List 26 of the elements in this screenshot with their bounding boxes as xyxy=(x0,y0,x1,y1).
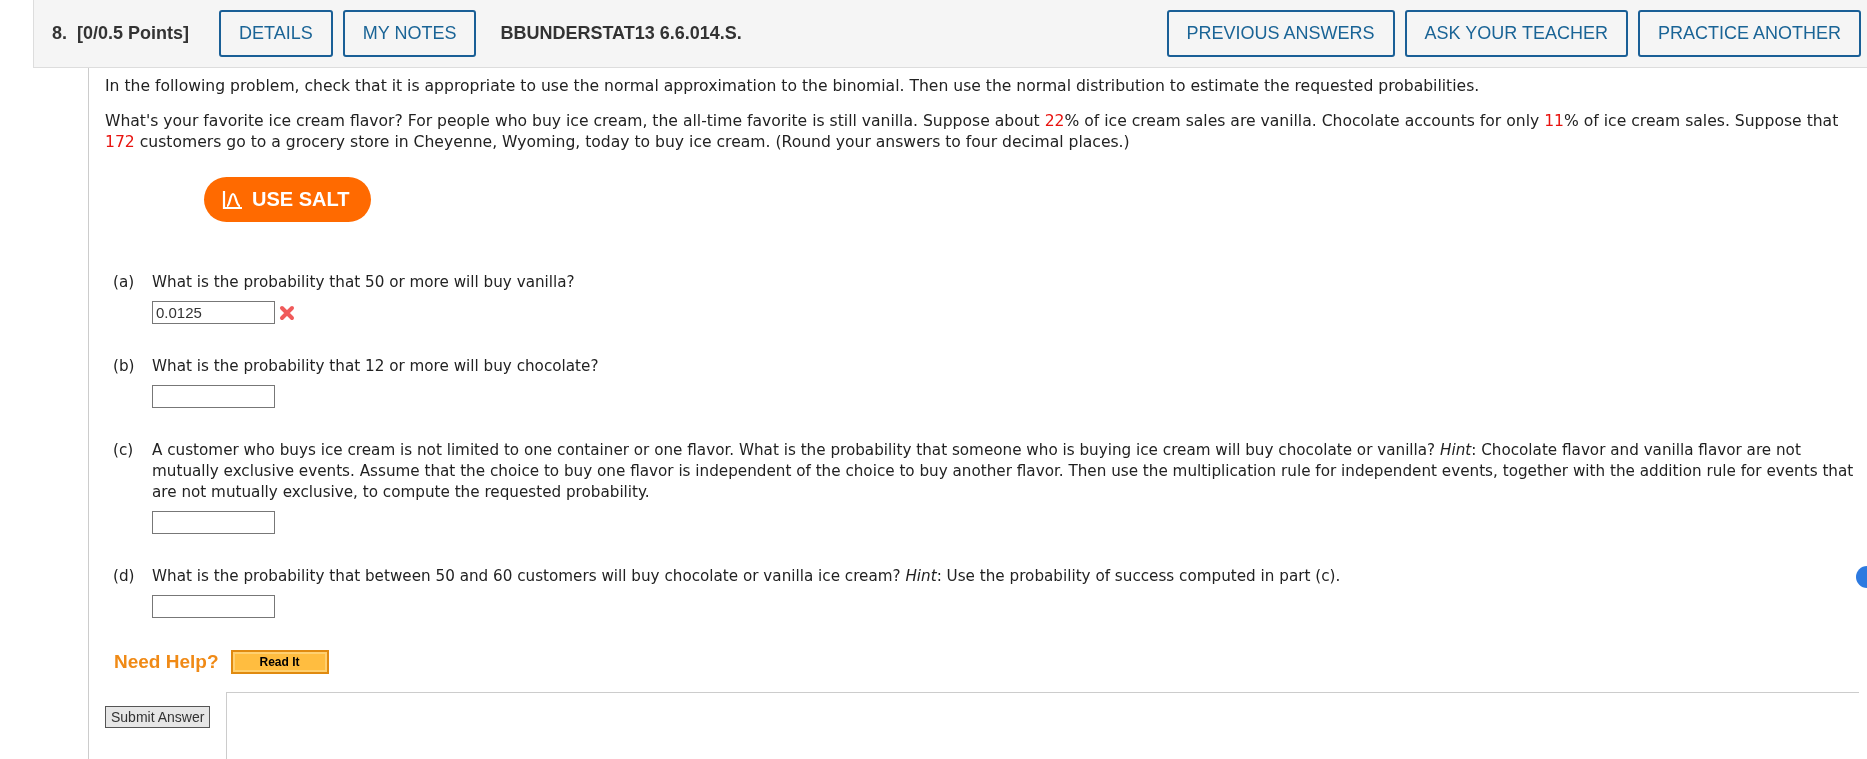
problem-paragraph: What's your favorite ice cream flavor? For people who buy ice cream, the all-time favorite is still vanilla. Suppose about 22% of ice cream sales are vanilla. Chocolate accounts for only 11% of ice cream sales. Suppose that 172 customers go to a grocery store in Cheyenne, Wyoming, today to buy ice cream. (Round your answers to four decimal places.) xyxy=(105,111,1840,153)
header-button[interactable]: ASK YOUR TEACHER xyxy=(1404,10,1628,57)
part-label: (c) xyxy=(112,440,135,461)
header-button[interactable]: PREVIOUS ANSWERS xyxy=(1166,10,1395,57)
part-label: (d) xyxy=(112,566,136,587)
submit-answer-button[interactable]: Submit Answer xyxy=(105,706,211,728)
part-label: (a) xyxy=(112,272,136,293)
problem-code: BBUNDERSTAT13 6.6.014.S. xyxy=(500,23,742,44)
header-button[interactable]: DETAILS xyxy=(219,10,333,57)
need-help-label: Need Help? xyxy=(114,651,219,673)
question-text: What is the probability that 50 or more will buy vanilla? xyxy=(152,272,576,293)
problem-paragraph: In the following problem, check that it is appropriate to use the normal approximation to the binomial. Then use the normal distribution to estimate the requested probabilities. xyxy=(105,76,1481,97)
answer-field[interactable]: 0.0125 xyxy=(152,301,275,324)
header-button[interactable]: PRACTICE ANOTHER xyxy=(1637,10,1861,57)
question-text: What is the probability that between 50 and 60 customers will buy chocolate or vanilla ice cream? Hint: Use the probability of success computed in part (c). xyxy=(152,566,1342,587)
chart-icon xyxy=(222,189,244,210)
question-text: A customer who buys ice cream is not limited to one container or one flavor. What is the probability that someone who is buying ice cream will buy chocolate or vanilla? Hint: Chocolate flavor and vanilla flavor are not mutually exclusive events. Assume that the choice to buy one flavor is independent of the choice to buy another flavor. Then use the multiplication rule for independent events, together with the addition rule for events that are not mutually exclusive, to compute the requested probability. xyxy=(152,440,1855,503)
answer-field[interactable] xyxy=(152,595,275,618)
part-label: (b) xyxy=(112,356,136,377)
answer-field[interactable] xyxy=(152,385,275,408)
read-it-button[interactable]: Read It xyxy=(230,650,329,674)
answer-field[interactable] xyxy=(152,511,275,534)
header-button[interactable]: MY NOTES xyxy=(342,10,477,57)
question-number: 8. xyxy=(52,23,67,44)
points-label: [0/0.5 Points] xyxy=(77,23,190,44)
question-text: What is the probability that 12 or more will buy chocolate? xyxy=(152,356,600,377)
